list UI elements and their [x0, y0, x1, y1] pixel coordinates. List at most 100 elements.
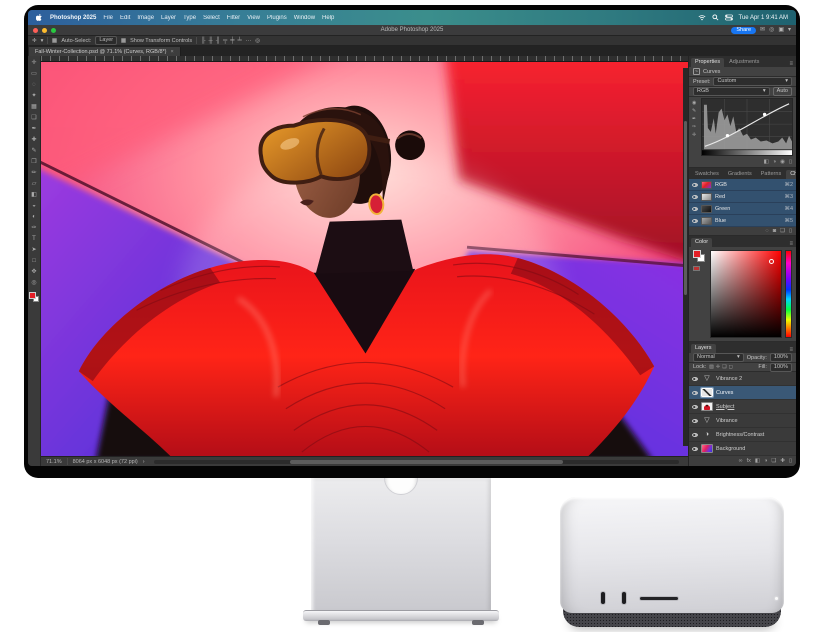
visibility-eye-icon[interactable]: [692, 391, 698, 395]
status-chevron-icon[interactable]: ›: [143, 459, 145, 465]
clip-to-layer-icon[interactable]: ◧: [764, 159, 769, 165]
menu-app-name[interactable]: Photoshop 2025: [50, 15, 96, 21]
share-button[interactable]: Share: [731, 27, 756, 34]
control-center-icon[interactable]: [725, 14, 733, 21]
auto-select-dropdown[interactable]: Layer: [95, 36, 117, 45]
pen-tool[interactable]: ✑: [31, 223, 36, 234]
black-point-eyedropper-icon[interactable]: ✒: [692, 116, 701, 122]
lock-position-icon[interactable]: ✛: [716, 364, 720, 370]
white-point-eyedropper-icon[interactable]: ✛: [692, 132, 701, 138]
horizontal-scrollbar[interactable]: [154, 460, 679, 464]
link-layers-icon[interactable]: ∞: [739, 458, 743, 464]
shape-tool[interactable]: □: [32, 256, 36, 267]
channel-dropdown[interactable]: RGB▾: [693, 87, 770, 96]
tab-properties[interactable]: Properties: [691, 58, 724, 67]
channel-row-rgb[interactable]: RGB ⌘2: [689, 179, 796, 191]
delete-channel-icon[interactable]: ▯: [789, 228, 792, 234]
menu-image[interactable]: Image: [137, 15, 154, 21]
clone-stamp-tool[interactable]: ❒: [31, 157, 36, 168]
visibility-eye-icon[interactable]: [692, 183, 698, 187]
new-layer-icon[interactable]: ✚: [780, 458, 785, 464]
move-tool-icon[interactable]: ✛: [32, 38, 37, 44]
close-tab-icon[interactable]: ×: [171, 49, 174, 55]
tab-patterns[interactable]: Patterns: [757, 170, 785, 179]
foreground-color-swatch[interactable]: [29, 292, 36, 299]
visibility-eye-icon[interactable]: [692, 377, 698, 381]
search-icon[interactable]: [712, 14, 719, 21]
adjustment-layer-icon[interactable]: ◑: [764, 458, 767, 464]
crop-tool[interactable]: ▦: [31, 102, 37, 113]
align-middle-icon[interactable]: ╪: [230, 38, 234, 44]
chevron-down-icon[interactable]: ▾: [788, 27, 791, 34]
fill-dropdown[interactable]: 100%: [770, 363, 792, 372]
dodge-tool[interactable]: ◐: [32, 212, 36, 223]
visibility-eye-icon[interactable]: [692, 195, 698, 199]
align-top-icon[interactable]: ╤: [223, 38, 227, 44]
lock-all-icon[interactable]: ◻: [729, 364, 733, 370]
tab-gradients[interactable]: Gradients: [724, 170, 756, 179]
snap-icon[interactable]: ◎: [255, 38, 260, 44]
opacity-dropdown[interactable]: 100%: [770, 353, 792, 362]
quick-select-tool[interactable]: ✦: [31, 91, 36, 102]
menu-select[interactable]: Select: [203, 15, 220, 21]
edit-points-icon[interactable]: ✎: [692, 108, 701, 114]
menu-filter[interactable]: Filter: [227, 15, 240, 21]
brush-tool[interactable]: ✎: [31, 146, 36, 157]
reset-icon[interactable]: ◑: [773, 159, 776, 165]
visibility-eye-icon[interactable]: [692, 219, 698, 223]
layer-row-background[interactable]: Background: [689, 442, 796, 456]
tab-channels[interactable]: Channels: [786, 170, 796, 179]
load-selection-icon[interactable]: ◌: [765, 228, 768, 234]
tab-layers[interactable]: Layers: [691, 344, 716, 353]
healing-brush-tool[interactable]: ✚: [31, 135, 36, 146]
foreground-color-swatch[interactable]: [693, 250, 701, 258]
channel-row-green[interactable]: Green ⌘4: [689, 203, 796, 215]
visibility-eye-icon[interactable]: [692, 419, 698, 423]
tab-color[interactable]: Color: [691, 238, 712, 247]
menu-view[interactable]: View: [247, 15, 260, 21]
menu-type[interactable]: Type: [183, 15, 196, 21]
saturation-brightness-field[interactable]: [710, 250, 782, 338]
hand-tool[interactable]: ✥: [31, 267, 36, 278]
marquee-tool[interactable]: ▭: [31, 69, 37, 80]
menu-clock[interactable]: Tue Apr 1 9:41 AM: [739, 15, 788, 21]
save-selection-icon[interactable]: ◙: [773, 228, 776, 234]
delete-layer-icon[interactable]: ▯: [789, 458, 792, 464]
menu-file[interactable]: File: [103, 15, 113, 21]
history-brush-tool[interactable]: ✏: [31, 168, 36, 179]
zoom-level[interactable]: 71.1%: [46, 459, 62, 465]
lock-transparency-icon[interactable]: ▨: [709, 364, 714, 370]
channel-row-red[interactable]: Red ⌘3: [689, 191, 796, 203]
move-tool[interactable]: ✛: [31, 58, 36, 69]
show-transform-checkbox[interactable]: [121, 38, 126, 43]
menu-window[interactable]: Window: [294, 15, 315, 21]
new-channel-icon[interactable]: ❑: [780, 228, 785, 234]
vertical-scrollbar[interactable]: [683, 68, 688, 446]
path-select-tool[interactable]: ➤: [31, 245, 36, 256]
lock-artboard-icon[interactable]: ❑: [722, 364, 726, 370]
align-left-icon[interactable]: ╟: [201, 38, 205, 44]
frame-tool[interactable]: ❑: [31, 113, 36, 124]
horizontal-scrollbar-thumb[interactable]: [290, 460, 563, 464]
layer-row-brightness-contrast[interactable]: ◑ Brightness/Contrast: [689, 428, 796, 442]
layer-row-vibrance[interactable]: ▽ Vibrance: [689, 414, 796, 428]
eraser-tool[interactable]: ▱: [32, 179, 37, 190]
layer-mask-icon[interactable]: ◧: [755, 458, 760, 464]
visibility-eye-icon[interactable]: [692, 433, 698, 437]
zoom-tool[interactable]: ◎: [31, 278, 36, 289]
menu-plugins[interactable]: Plugins: [267, 15, 287, 21]
last-color-swatch[interactable]: [693, 266, 700, 271]
tab-adjustments[interactable]: Adjustments: [725, 58, 763, 67]
channel-row-blue[interactable]: Blue ⌘5: [689, 215, 796, 227]
delete-icon[interactable]: ▯: [789, 159, 792, 165]
hue-slider[interactable]: [785, 250, 792, 338]
eyedropper-tool[interactable]: ✒: [31, 124, 36, 135]
blur-tool[interactable]: ◒: [32, 201, 36, 212]
preset-dropdown[interactable]: Custom▾: [713, 77, 792, 86]
gradient-tool[interactable]: ◧: [31, 190, 37, 201]
more-options-icon[interactable]: ···: [246, 38, 252, 44]
curves-editor[interactable]: ◉ ✎ ✒ ✑ ✛: [689, 97, 796, 158]
align-center-icon[interactable]: ╫: [208, 38, 212, 44]
color-picker-cursor[interactable]: [769, 259, 774, 264]
document-canvas[interactable]: [41, 62, 688, 456]
